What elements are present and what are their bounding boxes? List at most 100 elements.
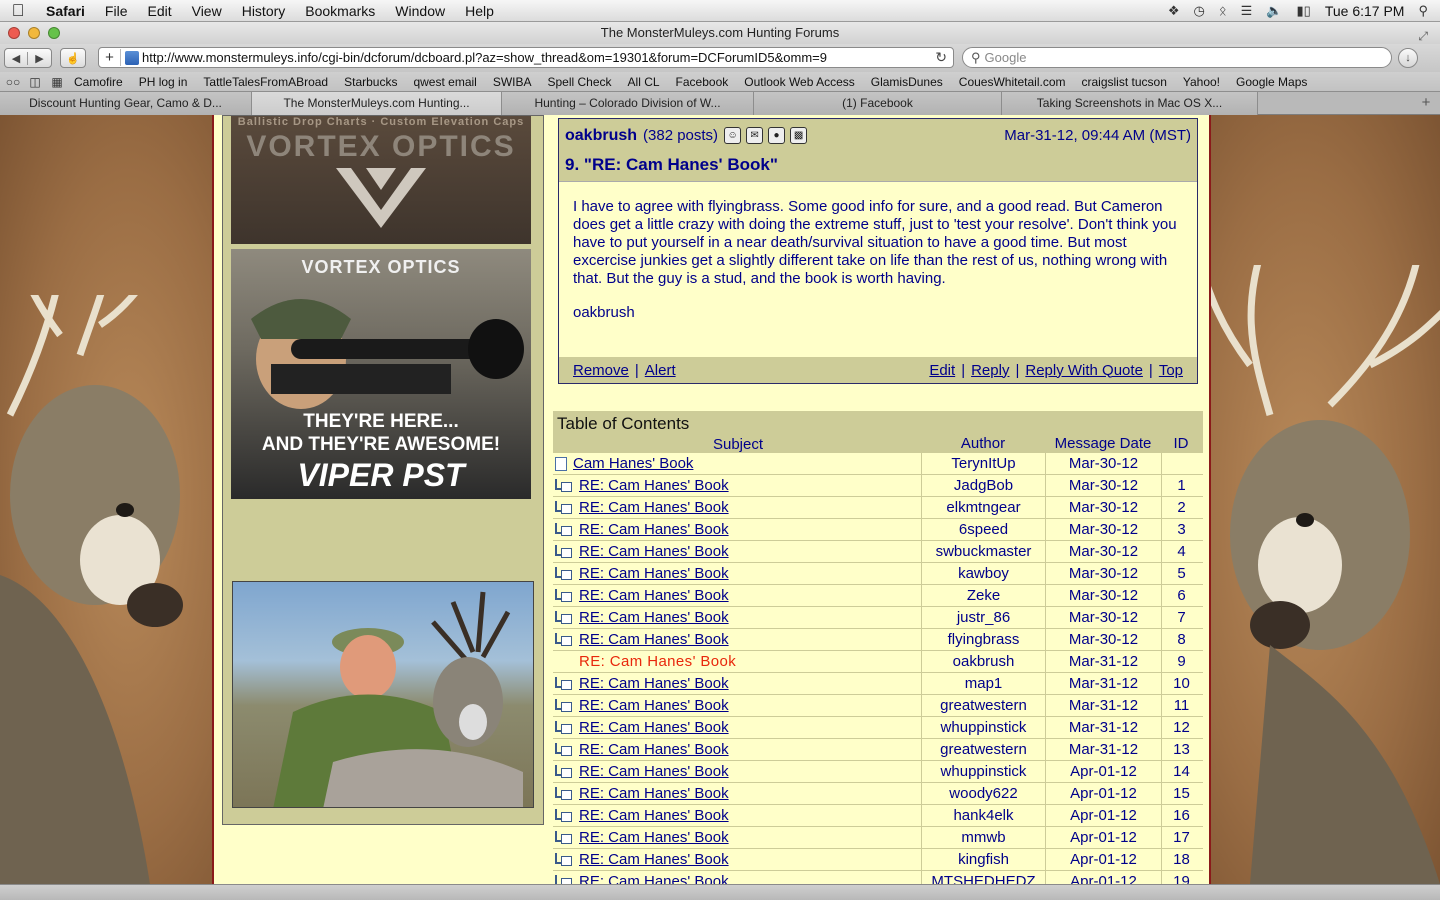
menu-bookmarks[interactable]: Bookmarks: [295, 3, 385, 19]
tab-facebook[interactable]: (1) Facebook: [754, 92, 1002, 115]
message-subject-link[interactable]: RE: Cam Hanes' Book: [579, 609, 729, 626]
table-row: RE: Cam Hanes' Book map1 Mar-31-12 10: [553, 672, 1203, 695]
message-subject-link[interactable]: RE: Cam Hanes' Book: [579, 521, 729, 538]
menu-view[interactable]: View: [182, 3, 232, 19]
bookmark-facebook[interactable]: Facebook: [668, 75, 737, 89]
bookmark-spell-check[interactable]: Spell Check: [540, 75, 620, 89]
menu-window[interactable]: Window: [385, 3, 455, 19]
menu-file[interactable]: File: [95, 3, 138, 19]
message-subject-link[interactable]: RE: Cam Hanes' Book: [579, 499, 729, 516]
message-subject-link[interactable]: RE: Cam Hanes' Book: [579, 785, 729, 802]
status-bar: [0, 884, 1440, 900]
time-machine-icon[interactable]: ◷: [1194, 3, 1205, 19]
menu-app-safari[interactable]: Safari: [36, 3, 95, 19]
edit-link[interactable]: Edit: [929, 362, 955, 379]
zoom-window-icon[interactable]: [48, 27, 60, 39]
menu-edit[interactable]: Edit: [137, 3, 181, 19]
reload-icon[interactable]: ↻: [935, 49, 953, 66]
bookmark-glamisdunes[interactable]: GlamisDunes: [863, 75, 951, 89]
message-subject-link[interactable]: RE: Cam Hanes' Book: [579, 763, 729, 780]
row-id: 1: [1161, 474, 1201, 497]
ad2-product: VIPER PST: [297, 457, 465, 493]
reply-icon: [555, 787, 572, 800]
separator: |: [1015, 361, 1020, 379]
top-sites-grid-icon[interactable]: ▦: [48, 75, 66, 89]
search-field[interactable]: ⚲ Google: [962, 47, 1392, 68]
address-bar[interactable]: + http://www.monstermuleys.info/cgi-bin/…: [98, 47, 954, 68]
message-subject-link[interactable]: RE: Cam Hanes' Book: [579, 631, 729, 648]
message-subject-link[interactable]: RE: Cam Hanes' Book: [579, 851, 729, 868]
post-header: oakbrush (382 posts) ☺ ✉ ● ▩ Mar-31-12, …: [559, 119, 1197, 152]
forward-arrow-icon[interactable]: ▶: [28, 52, 51, 65]
dropbox-icon[interactable]: ❖: [1168, 3, 1180, 19]
search-icon: ⚲: [971, 49, 981, 65]
menu-help[interactable]: Help: [455, 3, 504, 19]
bookmark-craigslist-tucson[interactable]: craigslist tucson: [1074, 75, 1175, 89]
volume-icon[interactable]: 🔈: [1266, 3, 1282, 19]
bookmark-tattletales[interactable]: TattleTalesFromABroad: [195, 75, 336, 89]
close-window-icon[interactable]: [8, 27, 20, 39]
message-subject-link[interactable]: RE: Cam Hanes' Book: [579, 807, 729, 824]
bookmark-camofire[interactable]: Camofire: [66, 75, 131, 89]
wifi-icon[interactable]: ☰: [1241, 3, 1253, 19]
message-subject-link[interactable]: RE: Cam Hanes' Book: [579, 587, 729, 604]
tab-colorado-wildlife[interactable]: Hunting – Colorado Division of W...: [502, 92, 754, 115]
message-subject-link[interactable]: RE: Cam Hanes' Book: [579, 675, 729, 692]
bookmark-all-cl[interactable]: All CL: [620, 75, 668, 89]
bluetooth-icon[interactable]: ᛟ: [1219, 3, 1227, 18]
row-author: kingfish: [921, 848, 1045, 871]
bookmark-starbucks[interactable]: Starbucks: [336, 75, 405, 89]
reply-link[interactable]: Reply: [971, 362, 1009, 379]
apple-menu-icon[interactable]: : [0, 1, 36, 21]
message-subject-link[interactable]: RE: Cam Hanes' Book: [579, 565, 729, 582]
reply-with-quote-link[interactable]: Reply With Quote: [1025, 362, 1143, 379]
message-subject-link[interactable]: RE: Cam Hanes' Book: [579, 697, 729, 714]
reply-icon: [555, 677, 572, 690]
profile-icon[interactable]: ☺: [724, 127, 742, 144]
post-author-link[interactable]: oakbrush: [565, 127, 637, 145]
tab-screenshots-mac[interactable]: Taking Screenshots in Mac OS X...: [1002, 92, 1258, 115]
new-tab-plus-icon[interactable]: +: [1412, 92, 1440, 114]
private-message-icon[interactable]: ●: [768, 127, 786, 144]
message-subject-link[interactable]: Cam Hanes' Book: [573, 455, 693, 472]
remove-link[interactable]: Remove: [573, 362, 629, 379]
bookmark-yahoo[interactable]: Yahoo!: [1175, 75, 1228, 89]
add-bookmark-plus-icon[interactable]: +: [99, 49, 121, 66]
row-id: 3: [1161, 518, 1201, 541]
search-placeholder[interactable]: Google: [985, 50, 1027, 65]
url-text[interactable]: http://www.monstermuleys.info/cgi-bin/dc…: [142, 50, 827, 65]
tab-discount-hunting-gear[interactable]: Discount Hunting Gear, Camo & D...: [0, 92, 252, 115]
bookmarks-book-icon[interactable]: ◫: [26, 75, 44, 89]
row-subject: RE: Cam Hanes' Book: [553, 741, 921, 758]
bookmark-coueswhitetail[interactable]: CouesWhitetail.com: [951, 75, 1074, 89]
viper-pst-ad-banner[interactable]: VORTEX OPTICS THEY'RE HERE... AND THEY'R…: [231, 249, 531, 499]
menu-clock[interactable]: Tue 6:17 PM: [1325, 3, 1405, 19]
hunter-with-deer-photo[interactable]: [232, 581, 534, 808]
bookmark-add-icon[interactable]: ☝: [60, 48, 86, 68]
email-icon[interactable]: ✉: [746, 127, 764, 144]
downloads-icon[interactable]: ↓: [1398, 48, 1418, 68]
tab-monstermuleys[interactable]: The MonsterMuleys.com Hunting...: [252, 92, 502, 115]
back-arrow-icon[interactable]: ◀: [5, 51, 29, 65]
message-subject-link[interactable]: RE: Cam Hanes' Book: [579, 477, 729, 494]
minimize-window-icon[interactable]: [28, 27, 40, 39]
battery-icon[interactable]: ▮▯: [1297, 3, 1311, 19]
message-subject-link[interactable]: RE: Cam Hanes' Book: [579, 829, 729, 846]
spotlight-icon[interactable]: ⚲: [1418, 3, 1428, 19]
bookmark-swiba[interactable]: SWIBA: [485, 75, 540, 89]
message-subject-link[interactable]: RE: Cam Hanes' Book: [579, 543, 729, 560]
message-subject-link[interactable]: RE: Cam Hanes' Book: [579, 719, 729, 736]
vortex-optics-ad-banner[interactable]: Ballistic Drop Charts · Custom Elevation…: [231, 116, 531, 244]
buddy-icon[interactable]: ▩: [790, 127, 808, 144]
row-date: Apr-01-12: [1045, 848, 1161, 871]
bookmark-outlook[interactable]: Outlook Web Access: [736, 75, 863, 89]
bookmark-google-maps[interactable]: Google Maps: [1228, 75, 1315, 89]
message-subject-link[interactable]: RE: Cam Hanes' Book: [579, 873, 729, 884]
top-link[interactable]: Top: [1159, 362, 1183, 379]
menu-history[interactable]: History: [232, 3, 296, 19]
reading-list-icon[interactable]: ○○: [4, 75, 22, 89]
alert-link[interactable]: Alert: [645, 362, 676, 379]
message-subject-link[interactable]: RE: Cam Hanes' Book: [579, 741, 729, 758]
bookmark-qwest-email[interactable]: qwest email: [405, 75, 484, 89]
bookmark-ph-log-in[interactable]: PH log in: [131, 75, 196, 89]
